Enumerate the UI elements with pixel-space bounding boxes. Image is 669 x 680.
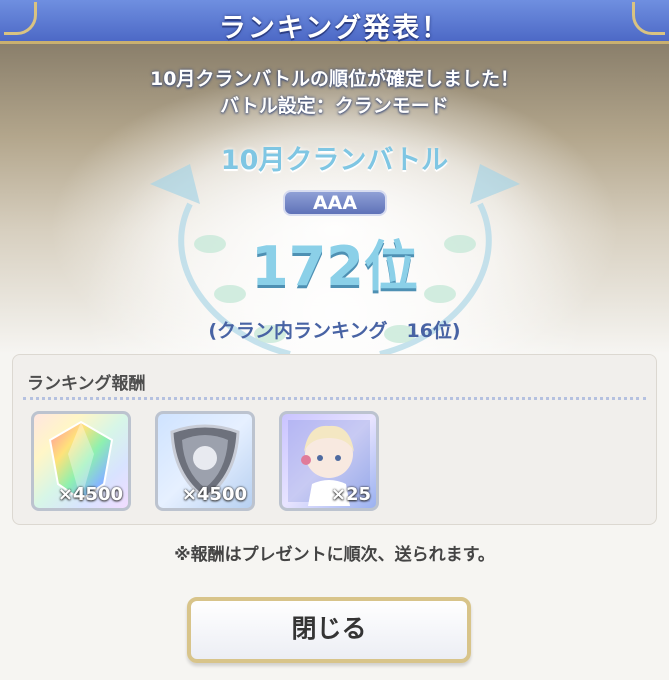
close-button[interactable]: 閉じる [187, 597, 471, 663]
reward-divider [23, 397, 646, 400]
dialog-title: ランキング発表！ [218, 13, 451, 44]
reward-item-character[interactable]: ×25 [279, 411, 379, 511]
reward-count: ×25 [330, 484, 371, 505]
reward-item-crystal[interactable]: ×4500 [31, 411, 131, 511]
clan-internal-rank: (クラン内ランキング 16位) [208, 320, 461, 342]
reward-item-medal[interactable]: ×4500 [155, 411, 255, 511]
tier-badge: AAA [283, 190, 387, 216]
delivery-note: ※報酬はプレゼントに順次、送られます。 [174, 545, 495, 565]
overall-rank: 172位 [251, 235, 418, 298]
reward-count: ×4500 [57, 484, 123, 505]
battle-setting-text: バトル設定：クランモード [220, 95, 449, 117]
reward-panel: ランキング報酬 ×4500 ×4500 ×25 [12, 354, 657, 525]
ranking-result-dialog: ランキング発表！ 10月クランバトルの順位が確定しました！ バトル設定：クランモ… [0, 0, 669, 680]
reward-heading: ランキング報酬 [27, 374, 146, 394]
reward-count: ×4500 [181, 484, 247, 505]
dialog-header: ランキング発表！ [0, 0, 669, 44]
battle-name: 10月クランバトル [220, 145, 449, 176]
confirm-message: 10月クランバトルの順位が確定しました！ [149, 68, 519, 90]
